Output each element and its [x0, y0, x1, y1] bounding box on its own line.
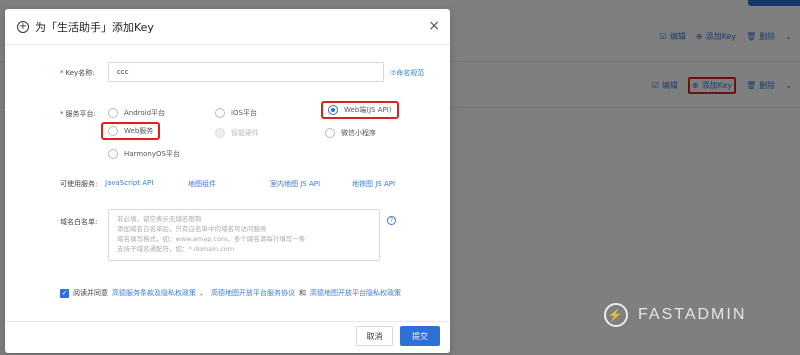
radio-wechat-miniprogram[interactable]: 微信小程序 — [325, 128, 376, 138]
radio-circle — [215, 108, 225, 118]
watermark: ⚡ FASTADMIN — [604, 303, 746, 327]
key-name-input[interactable]: ccc — [108, 62, 384, 82]
agreement-separator: 和 — [299, 289, 306, 297]
plus-circle-icon: + — [17, 20, 29, 33]
radio-smart-hardware: 智能硬件 — [215, 128, 259, 138]
placeholder-line: 添加域名白名单后，只有白名单中的域名可访问服务 — [117, 225, 267, 233]
dialog-header: + 为「生活助手」添加Key — [5, 9, 450, 45]
terms-link[interactable]: 高德服务条款及隐私权政策 — [112, 288, 196, 298]
radio-web-js-api[interactable]: Web端(JS API) — [321, 101, 399, 119]
required-mark: * — [60, 69, 64, 77]
platform-label: * 服务平台: — [60, 110, 96, 118]
submit-button[interactable]: 提交 — [400, 326, 440, 346]
service-link-map-component[interactable]: 地图组件 — [188, 179, 216, 189]
watermark-text: FASTADMIN — [638, 306, 747, 323]
service-link-javascript-api[interactable]: JavaScript API — [105, 179, 153, 187]
cancel-button[interactable]: 取消 — [356, 326, 393, 346]
agreement-prefix: 阅读并同意 — [73, 289, 108, 297]
radio-ios[interactable]: iOS平台 — [215, 108, 257, 118]
add-key-dialog: + 为「生活助手」添加Key × * Key名称: ccc ⑦命名规范 * 服务平台… — [5, 9, 450, 353]
radio-harmonyos[interactable]: HarmonyOS平台 — [108, 149, 180, 159]
close-icon[interactable]: × — [428, 18, 440, 34]
agreement-checkbox[interactable]: ✓ — [60, 288, 69, 298]
naming-rules-link[interactable]: ⑦命名规范 — [390, 68, 424, 78]
radio-circle — [108, 126, 118, 136]
required-mark: * — [60, 110, 64, 118]
placeholder-line: 支持子域名通配符，如：*.domain.com — [117, 245, 235, 253]
radio-circle — [325, 128, 335, 138]
radio-circle — [108, 108, 118, 118]
service-link-indoor-map[interactable]: 室内地图 JS API — [270, 179, 320, 189]
key-name-label: * Key名称: — [60, 69, 95, 77]
bolt-icon: ⚡ — [604, 303, 628, 327]
placeholder-line: 非必填，留空表示无域名限制 — [117, 215, 202, 223]
placeholder-line: 域名填写格式，如：www.amap.com，多个域名请每行填写一条 — [117, 235, 306, 243]
dialog-title: 为「生活助手」添加Key — [35, 20, 154, 34]
agreement-separator: 、 — [200, 289, 207, 297]
agreement-row: ✓ 阅读并同意 高德服务条款及隐私权政策 、 高德地图开放平台服务协议 和 高德… — [60, 288, 401, 298]
radio-circle — [328, 105, 338, 115]
radio-circle — [215, 128, 225, 138]
whitelist-label: 域名白名单: — [60, 218, 98, 226]
service-link-subway-map[interactable]: 地铁图 JS API — [352, 179, 395, 189]
radio-android[interactable]: Android平台 — [108, 108, 165, 118]
radio-web-service[interactable]: Web服务 — [101, 122, 161, 140]
help-icon[interactable]: ? — [387, 216, 396, 225]
dialog-footer-divider — [5, 321, 450, 322]
radio-circle — [108, 149, 118, 159]
service-agreement-link[interactable]: 高德地图开放平台服务协议 — [211, 288, 295, 298]
services-label: 可使用服务: — [60, 180, 98, 188]
privacy-policy-link[interactable]: 高德地图开放平台隐私权政策 — [310, 288, 401, 298]
whitelist-textarea[interactable]: 非必填，留空表示无域名限制 添加域名白名单后，只有白名单中的域名可访问服务 域名… — [108, 209, 380, 261]
